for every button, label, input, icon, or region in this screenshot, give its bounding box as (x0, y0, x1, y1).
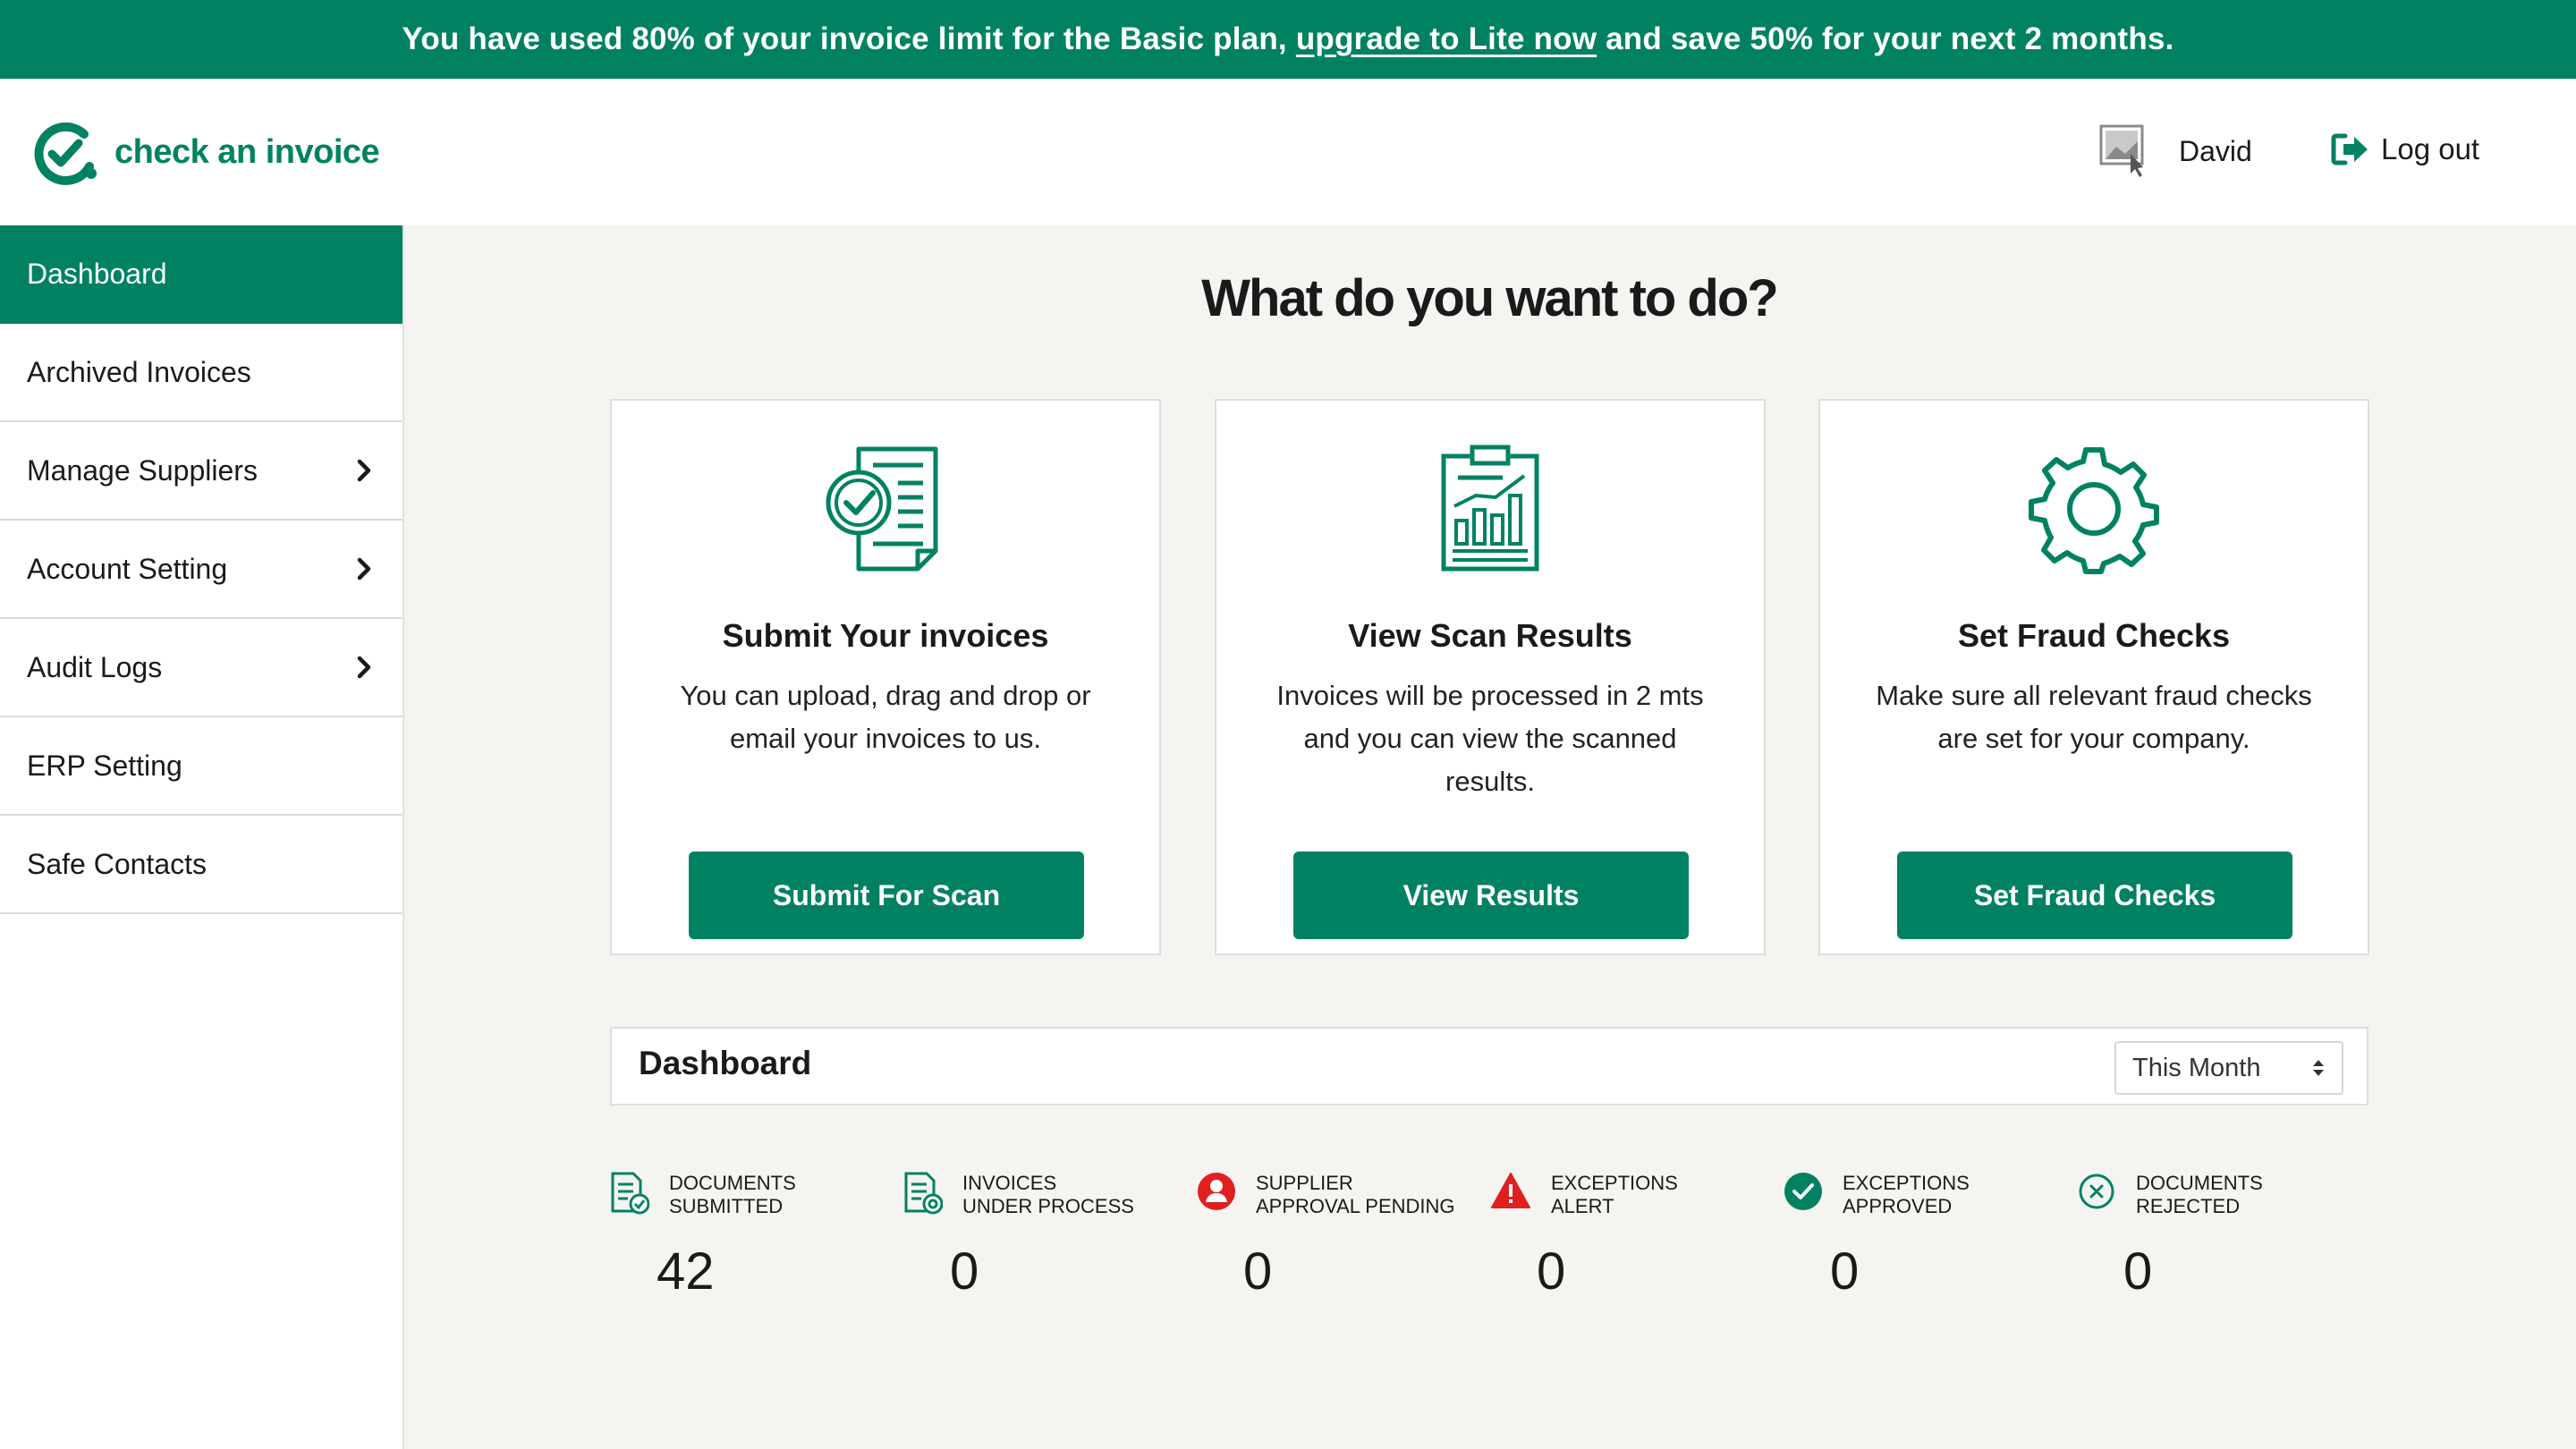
user-menu[interactable]: David (2098, 123, 2252, 179)
sidebar-item-dashboard[interactable]: Dashboard (0, 225, 402, 324)
stat-label-line2: ALERT (1551, 1195, 1614, 1217)
stat-exceptions-alert: EXCEPTIONS ALERT 0 (1490, 1172, 1776, 1301)
card-description: You can upload, drag and drop or email y… (680, 680, 1091, 754)
set-fraud-checks-button[interactable]: Set Fraud Checks (1897, 852, 2292, 939)
x-circle-icon (2079, 1174, 2114, 1209)
view-results-button[interactable]: View Results (1293, 852, 1689, 939)
banner-text-after: and save 50% for your next 2 months. (1606, 21, 2174, 56)
logout-label: Log out (2381, 132, 2480, 165)
logo-icon (34, 122, 97, 185)
card-description: Make sure all relevant fraud checks are … (1876, 680, 2312, 754)
dashboard-header: Dashboard This Month (610, 1027, 2368, 1106)
sidebar-item-label: Dashboard (27, 257, 167, 290)
stat-label-line1: SUPPLIER (1256, 1172, 1353, 1194)
page-title: What do you want to do? (1201, 269, 1778, 327)
logout-button[interactable]: Log out (2331, 132, 2479, 166)
user-name: David (2179, 134, 2252, 167)
upgrade-banner: You have used 80% of your invoice limit … (0, 0, 2576, 79)
gear-icon (2029, 447, 2159, 574)
card-description: Invoices will be processed in 2 mts and … (1276, 680, 1704, 797)
stat-exceptions-approved: EXCEPTIONS APPROVED 0 (1784, 1172, 2070, 1301)
submit-invoices-card: Submit Your invoices You can upload, dra… (610, 399, 1161, 955)
stat-label-line1: EXCEPTIONS (1551, 1172, 1678, 1194)
stat-label-line2: UNDER PROCESS (962, 1195, 1134, 1217)
sidebar-item-archived-invoices[interactable]: Archived Invoices (0, 324, 402, 422)
sidebar-item-erp-setting[interactable]: ERP Setting (0, 717, 402, 816)
stat-value: 0 (950, 1242, 979, 1301)
sidebar-item-label: Account Setting (27, 552, 228, 585)
stat-documents-submitted: DOCUMENTS SUBMITTED 42 (610, 1172, 896, 1301)
sidebar: Dashboard Archived Invoices Manage Suppl… (0, 225, 404, 1449)
stat-label-line2: SUBMITTED (669, 1195, 784, 1217)
set-fraud-checks-card: Set Fraud Checks Make sure all relevant … (1818, 399, 2369, 955)
stat-label-line2: REJECTED (2136, 1195, 2241, 1217)
sidebar-item-safe-contacts[interactable]: Safe Contacts (0, 816, 402, 914)
card-title: Set Fraud Checks (1957, 617, 2231, 654)
sort-arrows-icon (2313, 1060, 2324, 1076)
logo-text: check an invoice (114, 132, 380, 171)
chevron-right-icon (357, 459, 371, 482)
upgrade-link[interactable]: upgrade to Lite now (1296, 21, 1597, 57)
sidebar-item-manage-suppliers[interactable]: Manage Suppliers (0, 422, 402, 521)
document-check-icon (611, 1172, 649, 1215)
sidebar-item-account-setting[interactable]: Account Setting (0, 521, 402, 619)
dashboard-title: Dashboard (639, 1045, 812, 1081)
stat-value: 0 (1537, 1242, 1566, 1301)
stat-supplier-approval-pending: SUPPLIER APPROVAL PENDING 0 (1197, 1172, 1483, 1301)
stat-label-line1: EXCEPTIONS (1843, 1172, 1970, 1194)
view-scan-results-card: View Scan Results Invoices will be proce… (1215, 399, 1766, 955)
stat-value: 0 (2123, 1242, 2153, 1301)
stat-value: 0 (1830, 1242, 1860, 1301)
period-select[interactable]: This Month (2114, 1041, 2343, 1095)
chevron-right-icon (357, 557, 371, 580)
chevron-right-icon (357, 656, 371, 679)
stat-label-line2: APPROVAL PENDING (1256, 1195, 1455, 1217)
avatar-icon (2099, 124, 2144, 177)
card-title: Submit Your invoices (722, 617, 1049, 654)
stat-value: 42 (657, 1242, 715, 1301)
sidebar-item-label: Safe Contacts (27, 847, 207, 880)
warning-icon (1491, 1173, 1530, 1208)
logo[interactable]: check an invoice (30, 116, 380, 188)
user-alert-icon (1198, 1173, 1235, 1210)
period-select-value: This Month (2132, 1053, 2261, 1082)
stat-label-line1: DOCUMENTS (2136, 1172, 2263, 1194)
logout-icon (2331, 133, 2368, 165)
stat-label-line1: INVOICES (962, 1172, 1057, 1194)
card-title: View Scan Results (1348, 617, 1632, 654)
sidebar-item-label: Archived Invoices (27, 355, 251, 388)
banner-text-before: You have used 80% of your invoice limit … (402, 21, 1287, 56)
invoice-check-icon (826, 446, 938, 572)
document-gear-icon (904, 1172, 943, 1215)
top-header: check an invoice David Log out (0, 79, 2576, 225)
sidebar-item-label: Audit Logs (27, 650, 163, 683)
stat-label-line1: DOCUMENTS (669, 1172, 796, 1194)
stat-label-line2: APPROVED (1843, 1195, 1953, 1217)
submit-for-scan-button[interactable]: Submit For Scan (689, 852, 1084, 939)
stat-invoices-under-process: INVOICES UNDER PROCESS 0 (903, 1172, 1190, 1301)
sidebar-item-label: Manage Suppliers (27, 453, 258, 487)
sidebar-item-audit-logs[interactable]: Audit Logs (0, 619, 402, 717)
sidebar-item-label: ERP Setting (27, 749, 182, 782)
clipboard-chart-icon (1441, 445, 1539, 572)
check-circle-icon (1784, 1173, 1822, 1210)
stat-documents-rejected: DOCUMENTS REJECTED 0 (2077, 1172, 2363, 1301)
stat-value: 0 (1243, 1242, 1273, 1301)
